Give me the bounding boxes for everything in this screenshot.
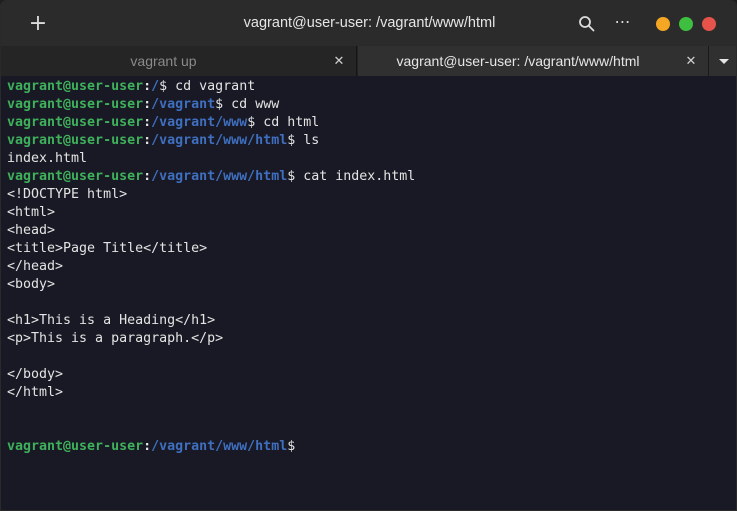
chevron-down-icon xyxy=(719,59,729,64)
tab-vagrant-html[interactable]: vagrant@user-user: /vagrant/www/html ✕ xyxy=(358,46,708,76)
output-text: <html> xyxy=(7,205,56,220)
prompt-line: vagrant@user-user:/vagrant/www$ cd html xyxy=(7,114,736,132)
output-text: index.html xyxy=(7,151,88,166)
output-text: </body> xyxy=(7,367,64,382)
prompt-path: /vagrant/www/html xyxy=(151,133,288,148)
prompt-path: /vagrant/www/html xyxy=(151,169,288,184)
tab-bar: vagrant up ✕ vagrant@user-user: /vagrant… xyxy=(1,46,736,76)
output-line: <title>Page Title</title> xyxy=(7,240,736,258)
more-icon: ⋯ xyxy=(614,12,632,31)
prompt-dollar: $ xyxy=(287,439,296,454)
tab-label: vagrant@user-user: /vagrant/www/html xyxy=(396,53,640,69)
output-text: </head> xyxy=(7,259,64,274)
prompt-line: vagrant@user-user:/$ cd vagrant xyxy=(7,78,736,96)
command-text: cd html xyxy=(255,115,320,130)
close-tab-icon[interactable]: ✕ xyxy=(682,46,700,76)
output-line: <!DOCTYPE html> xyxy=(7,186,736,204)
scrollbar[interactable] xyxy=(732,76,736,510)
prompt-line: vagrant@user-user:/vagrant/www/html$ cat… xyxy=(7,168,736,186)
prompt-dollar: $ xyxy=(159,79,168,94)
output-line: <p>This is a paragraph.</p> xyxy=(7,330,736,348)
output-text: </html> xyxy=(7,385,64,400)
output-line: index.html xyxy=(7,150,736,168)
command-text: cd www xyxy=(223,97,280,112)
tab-vagrant-up[interactable]: vagrant up ✕ xyxy=(1,46,357,76)
output-text: <!DOCTYPE html> xyxy=(7,187,128,202)
prompt-user-host: vagrant@user-user xyxy=(7,439,144,454)
plus-icon: + xyxy=(28,11,48,36)
output-line: </head> xyxy=(7,258,736,276)
search-button[interactable] xyxy=(575,12,599,36)
command-text: ls xyxy=(295,133,320,148)
output-text: <h1>This is a Heading</h1> xyxy=(7,313,216,328)
search-icon xyxy=(579,16,595,32)
prompt-dollar: $ xyxy=(247,115,256,130)
new-tab-button[interactable]: + xyxy=(23,11,53,37)
prompt-colon: : xyxy=(143,79,152,94)
command-text: cd vagrant xyxy=(167,79,256,94)
output-text: <p>This is a paragraph.</p> xyxy=(7,331,224,346)
prompt-user-host: vagrant@user-user xyxy=(7,115,144,130)
close-button[interactable] xyxy=(702,17,716,31)
prompt-user-host: vagrant@user-user xyxy=(7,169,144,184)
prompt-colon: : xyxy=(143,115,152,130)
output-line: </html> xyxy=(7,384,736,402)
prompt-path: /vagrant xyxy=(151,97,216,112)
prompt-colon: : xyxy=(143,97,152,112)
prompt-colon: : xyxy=(143,439,152,454)
minimize-button[interactable] xyxy=(656,17,670,31)
tab-label: vagrant up xyxy=(130,53,197,69)
prompt-line: vagrant@user-user:/vagrant/www/html$ ls xyxy=(7,132,736,150)
close-tab-icon[interactable]: ✕ xyxy=(330,46,348,76)
output-text: <head> xyxy=(7,223,56,238)
title-bar[interactable]: + vagrant@user-user: /vagrant/www/html ⋯ xyxy=(1,1,736,46)
terminal-output[interactable]: vagrant@user-user:/$ cd vagrant vagrant@u… xyxy=(1,76,736,510)
prompt-colon: : xyxy=(143,133,152,148)
maximize-button[interactable] xyxy=(679,17,693,31)
output-line: <head> xyxy=(7,222,736,240)
prompt-user-host: vagrant@user-user xyxy=(7,79,144,94)
prompt-colon: : xyxy=(143,169,152,184)
command-text: cat index.html xyxy=(295,169,416,184)
output-text: <body> xyxy=(7,277,56,292)
output-line: <html> xyxy=(7,204,736,222)
prompt-user-host: vagrant@user-user xyxy=(7,97,144,112)
prompt-path: /vagrant/www/html xyxy=(151,439,288,454)
output-text: <title>Page Title</title> xyxy=(7,241,208,256)
prompt-dollar: $ xyxy=(215,97,224,112)
output-line: <h1>This is a Heading</h1> xyxy=(7,312,736,330)
tab-list-button[interactable] xyxy=(708,46,736,76)
prompt-path: / xyxy=(151,79,160,94)
menu-button[interactable]: ⋯ xyxy=(611,12,635,36)
prompt-line: vagrant@user-user:/vagrant$ cd www xyxy=(7,96,736,114)
prompt-path: /vagrant/www xyxy=(151,115,248,130)
output-line: <body> xyxy=(7,276,736,294)
prompt-user-host: vagrant@user-user xyxy=(7,133,144,148)
output-line: </body> xyxy=(7,366,736,384)
prompt-line: vagrant@user-user:/vagrant/www/html$ xyxy=(7,438,736,456)
terminal-window: + vagrant@user-user: /vagrant/www/html ⋯… xyxy=(0,0,737,511)
